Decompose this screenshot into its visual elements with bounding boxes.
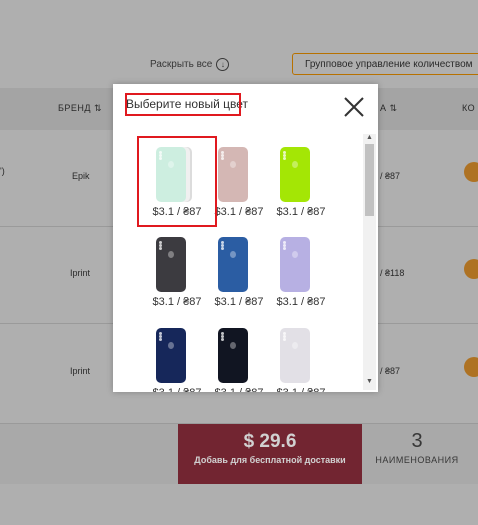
close-button[interactable] bbox=[341, 94, 367, 120]
apple-logo-icon bbox=[292, 342, 298, 349]
apple-logo-icon bbox=[168, 251, 174, 258]
color-swatch[interactable]: $3.1 / ₴87 bbox=[145, 230, 209, 312]
swatch-price: $3.1 / ₴87 bbox=[207, 387, 271, 392]
apple-logo-icon bbox=[292, 161, 298, 168]
camera-icon bbox=[283, 332, 286, 341]
color-swatch[interactable]: $3.1 / ₴87 bbox=[269, 321, 333, 392]
color-swatch[interactable]: $3.1 / ₴87 bbox=[269, 230, 333, 312]
swatch-price: $3.1 / ₴87 bbox=[276, 206, 326, 218]
phone-case-image bbox=[280, 237, 310, 292]
camera-icon bbox=[159, 332, 162, 341]
scroll-thumb[interactable] bbox=[365, 144, 374, 216]
phone-case-image bbox=[218, 328, 248, 383]
swatch-price: $3.1 / ₴87 bbox=[269, 387, 333, 392]
title-highlight-box bbox=[125, 93, 241, 116]
phone-case-image bbox=[218, 237, 248, 292]
swatch-price: $3.1 / ₴87 bbox=[214, 296, 264, 308]
swatch-price: $3.1 / ₴87 bbox=[152, 296, 202, 308]
apple-logo-icon bbox=[168, 342, 174, 349]
modal-scrollbar[interactable]: ▲ ▼ bbox=[363, 134, 376, 390]
phone-case-image bbox=[280, 328, 310, 383]
scroll-up-icon[interactable]: ▲ bbox=[366, 134, 373, 141]
apple-logo-icon bbox=[230, 161, 236, 168]
phone-case-image bbox=[218, 147, 248, 202]
swatch-price: $3.1 / ₴87 bbox=[276, 296, 326, 308]
selected-swatch-highlight bbox=[137, 136, 217, 227]
camera-icon bbox=[221, 241, 224, 250]
color-picker-modal: Выберите новый цвет $3.1 / ₴87 $3.1 / ₴87… bbox=[113, 84, 378, 392]
color-swatch[interactable]: $3.1 / ₴87 bbox=[207, 321, 271, 392]
camera-icon bbox=[221, 332, 224, 341]
camera-icon bbox=[283, 241, 286, 250]
color-swatch[interactable]: $3.1 / ₴87 bbox=[269, 140, 333, 222]
camera-icon bbox=[221, 151, 224, 160]
close-icon bbox=[344, 97, 364, 117]
apple-logo-icon bbox=[230, 251, 236, 258]
apple-logo-icon bbox=[292, 251, 298, 258]
scroll-down-icon[interactable]: ▼ bbox=[366, 378, 373, 385]
color-swatch[interactable]: $3.1 / ₴87 bbox=[145, 321, 209, 392]
apple-logo-icon bbox=[230, 342, 236, 349]
phone-case-image bbox=[280, 147, 310, 202]
swatch-price: $3.1 / ₴87 bbox=[145, 387, 209, 392]
phone-case-image bbox=[156, 237, 186, 292]
phone-case-image bbox=[156, 328, 186, 383]
color-swatch[interactable]: $3.1 / ₴87 bbox=[207, 230, 271, 312]
camera-icon bbox=[159, 241, 162, 250]
camera-icon bbox=[283, 151, 286, 160]
